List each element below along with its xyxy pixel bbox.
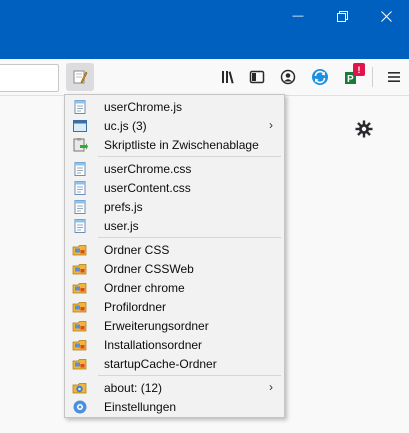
menu-item-installationsordner[interactable]: Installationsordner bbox=[68, 335, 281, 354]
js-file-icon bbox=[72, 199, 88, 215]
customize-gear-icon bbox=[355, 120, 373, 138]
menu-item-einstellungen[interactable]: Einstellungen bbox=[68, 397, 281, 416]
folder-icon bbox=[72, 318, 88, 334]
menu-item-about[interactable]: about: (12) › bbox=[68, 378, 281, 397]
js-file-icon bbox=[72, 218, 88, 234]
menu-item-profilordner[interactable]: Profilordner bbox=[68, 297, 281, 316]
menu-item-ordner-css[interactable]: Ordner CSS bbox=[68, 240, 281, 259]
menu-item-label: userChrome.js bbox=[104, 99, 183, 114]
menu-item-label: Einstellungen bbox=[104, 399, 177, 414]
notification-badge: ! bbox=[353, 63, 365, 76]
userchrome-menu-popup: userChrome.js uc.js (3) › Skriptliste in… bbox=[64, 94, 285, 418]
app-menu-button[interactable] bbox=[380, 63, 408, 91]
menu-item-startupcache-ordner[interactable]: startupCache-Ordner bbox=[68, 354, 281, 373]
menu-separator bbox=[98, 237, 281, 238]
title-bar: — bbox=[0, 0, 409, 59]
about-folder-icon bbox=[72, 380, 88, 396]
menu-item-prefs-js[interactable]: prefs.js bbox=[68, 197, 281, 216]
menu-item-userchrome-js[interactable]: userChrome.js bbox=[68, 97, 281, 116]
menu-item-label: uc.js (3) bbox=[104, 118, 147, 133]
menu-separator bbox=[98, 156, 281, 157]
userchrome-scripts-button[interactable] bbox=[66, 63, 94, 91]
folder-icon bbox=[72, 356, 88, 372]
menu-item-label: userChrome.css bbox=[104, 161, 192, 176]
menu-item-label: prefs.js bbox=[104, 199, 143, 214]
menu-item-label: Skriptliste in Zwischenablage bbox=[104, 137, 259, 152]
settings-icon bbox=[72, 399, 88, 415]
menu-item-userchrome-css[interactable]: userChrome.css bbox=[68, 159, 281, 178]
account-button[interactable] bbox=[274, 63, 302, 91]
sidebar-icon bbox=[249, 70, 265, 84]
menu-item-ordner-chrome[interactable]: Ordner chrome bbox=[68, 278, 281, 297]
toolbar-separator bbox=[372, 67, 373, 87]
submenu-arrow-icon: › bbox=[269, 118, 273, 132]
library-button[interactable] bbox=[214, 63, 242, 91]
menu-item-label: Profilordner bbox=[104, 299, 167, 314]
folder-icon bbox=[72, 337, 88, 353]
menu-item-label: userContent.css bbox=[104, 180, 191, 195]
menu-item-usercontent-css[interactable]: userContent.css bbox=[68, 178, 281, 197]
close-button[interactable] bbox=[364, 0, 408, 32]
menu-item-erweiterungsordner[interactable]: Erweiterungsordner bbox=[68, 316, 281, 335]
js-file-icon bbox=[72, 99, 88, 115]
menu-item-label: about: (12) bbox=[104, 380, 163, 395]
menu-item-copy-script-list[interactable]: Skriptliste in Zwischenablage bbox=[68, 135, 281, 154]
menu-item-label: Installationsordner bbox=[104, 337, 203, 352]
menu-icon bbox=[388, 72, 400, 82]
restore-button[interactable] bbox=[320, 0, 364, 32]
sync-icon bbox=[312, 69, 328, 85]
submenu-arrow-icon: › bbox=[269, 380, 273, 394]
extension-button[interactable]: P ! bbox=[338, 63, 366, 91]
css-file-icon bbox=[72, 161, 88, 177]
menu-item-user-js[interactable]: user.js bbox=[68, 216, 281, 235]
window-icon bbox=[72, 118, 88, 134]
url-bar[interactable] bbox=[0, 64, 59, 92]
menu-item-label: Ordner CSSWeb bbox=[104, 261, 194, 276]
nav-toolbar: P ! bbox=[0, 59, 409, 96]
css-file-icon bbox=[72, 180, 88, 196]
sidebar-button[interactable] bbox=[243, 63, 271, 91]
folder-icon bbox=[72, 261, 88, 277]
menu-item-label: Erweiterungsordner bbox=[104, 318, 209, 333]
sync-button[interactable] bbox=[306, 63, 334, 91]
menu-item-label: Ordner CSS bbox=[104, 242, 170, 257]
account-icon bbox=[280, 69, 296, 85]
script-pencil-icon bbox=[73, 70, 88, 84]
menu-item-label: Ordner chrome bbox=[104, 280, 185, 295]
folder-icon bbox=[72, 242, 88, 258]
menu-item-ordner-cssweb[interactable]: Ordner CSSWeb bbox=[68, 259, 281, 278]
folder-icon bbox=[72, 299, 88, 315]
clipboard-icon bbox=[72, 137, 88, 153]
close-icon bbox=[380, 10, 392, 22]
menu-item-uc-js[interactable]: uc.js (3) › bbox=[68, 116, 281, 135]
folder-icon bbox=[72, 280, 88, 296]
restore-icon bbox=[336, 10, 348, 22]
menu-item-label: startupCache-Ordner bbox=[104, 356, 217, 371]
minimize-icon: — bbox=[292, 10, 304, 22]
menu-separator bbox=[98, 375, 281, 376]
gear-icon[interactable] bbox=[352, 117, 376, 141]
library-icon bbox=[222, 71, 234, 84]
minimize-button[interactable]: — bbox=[276, 0, 320, 32]
menu-item-label: user.js bbox=[104, 218, 139, 233]
